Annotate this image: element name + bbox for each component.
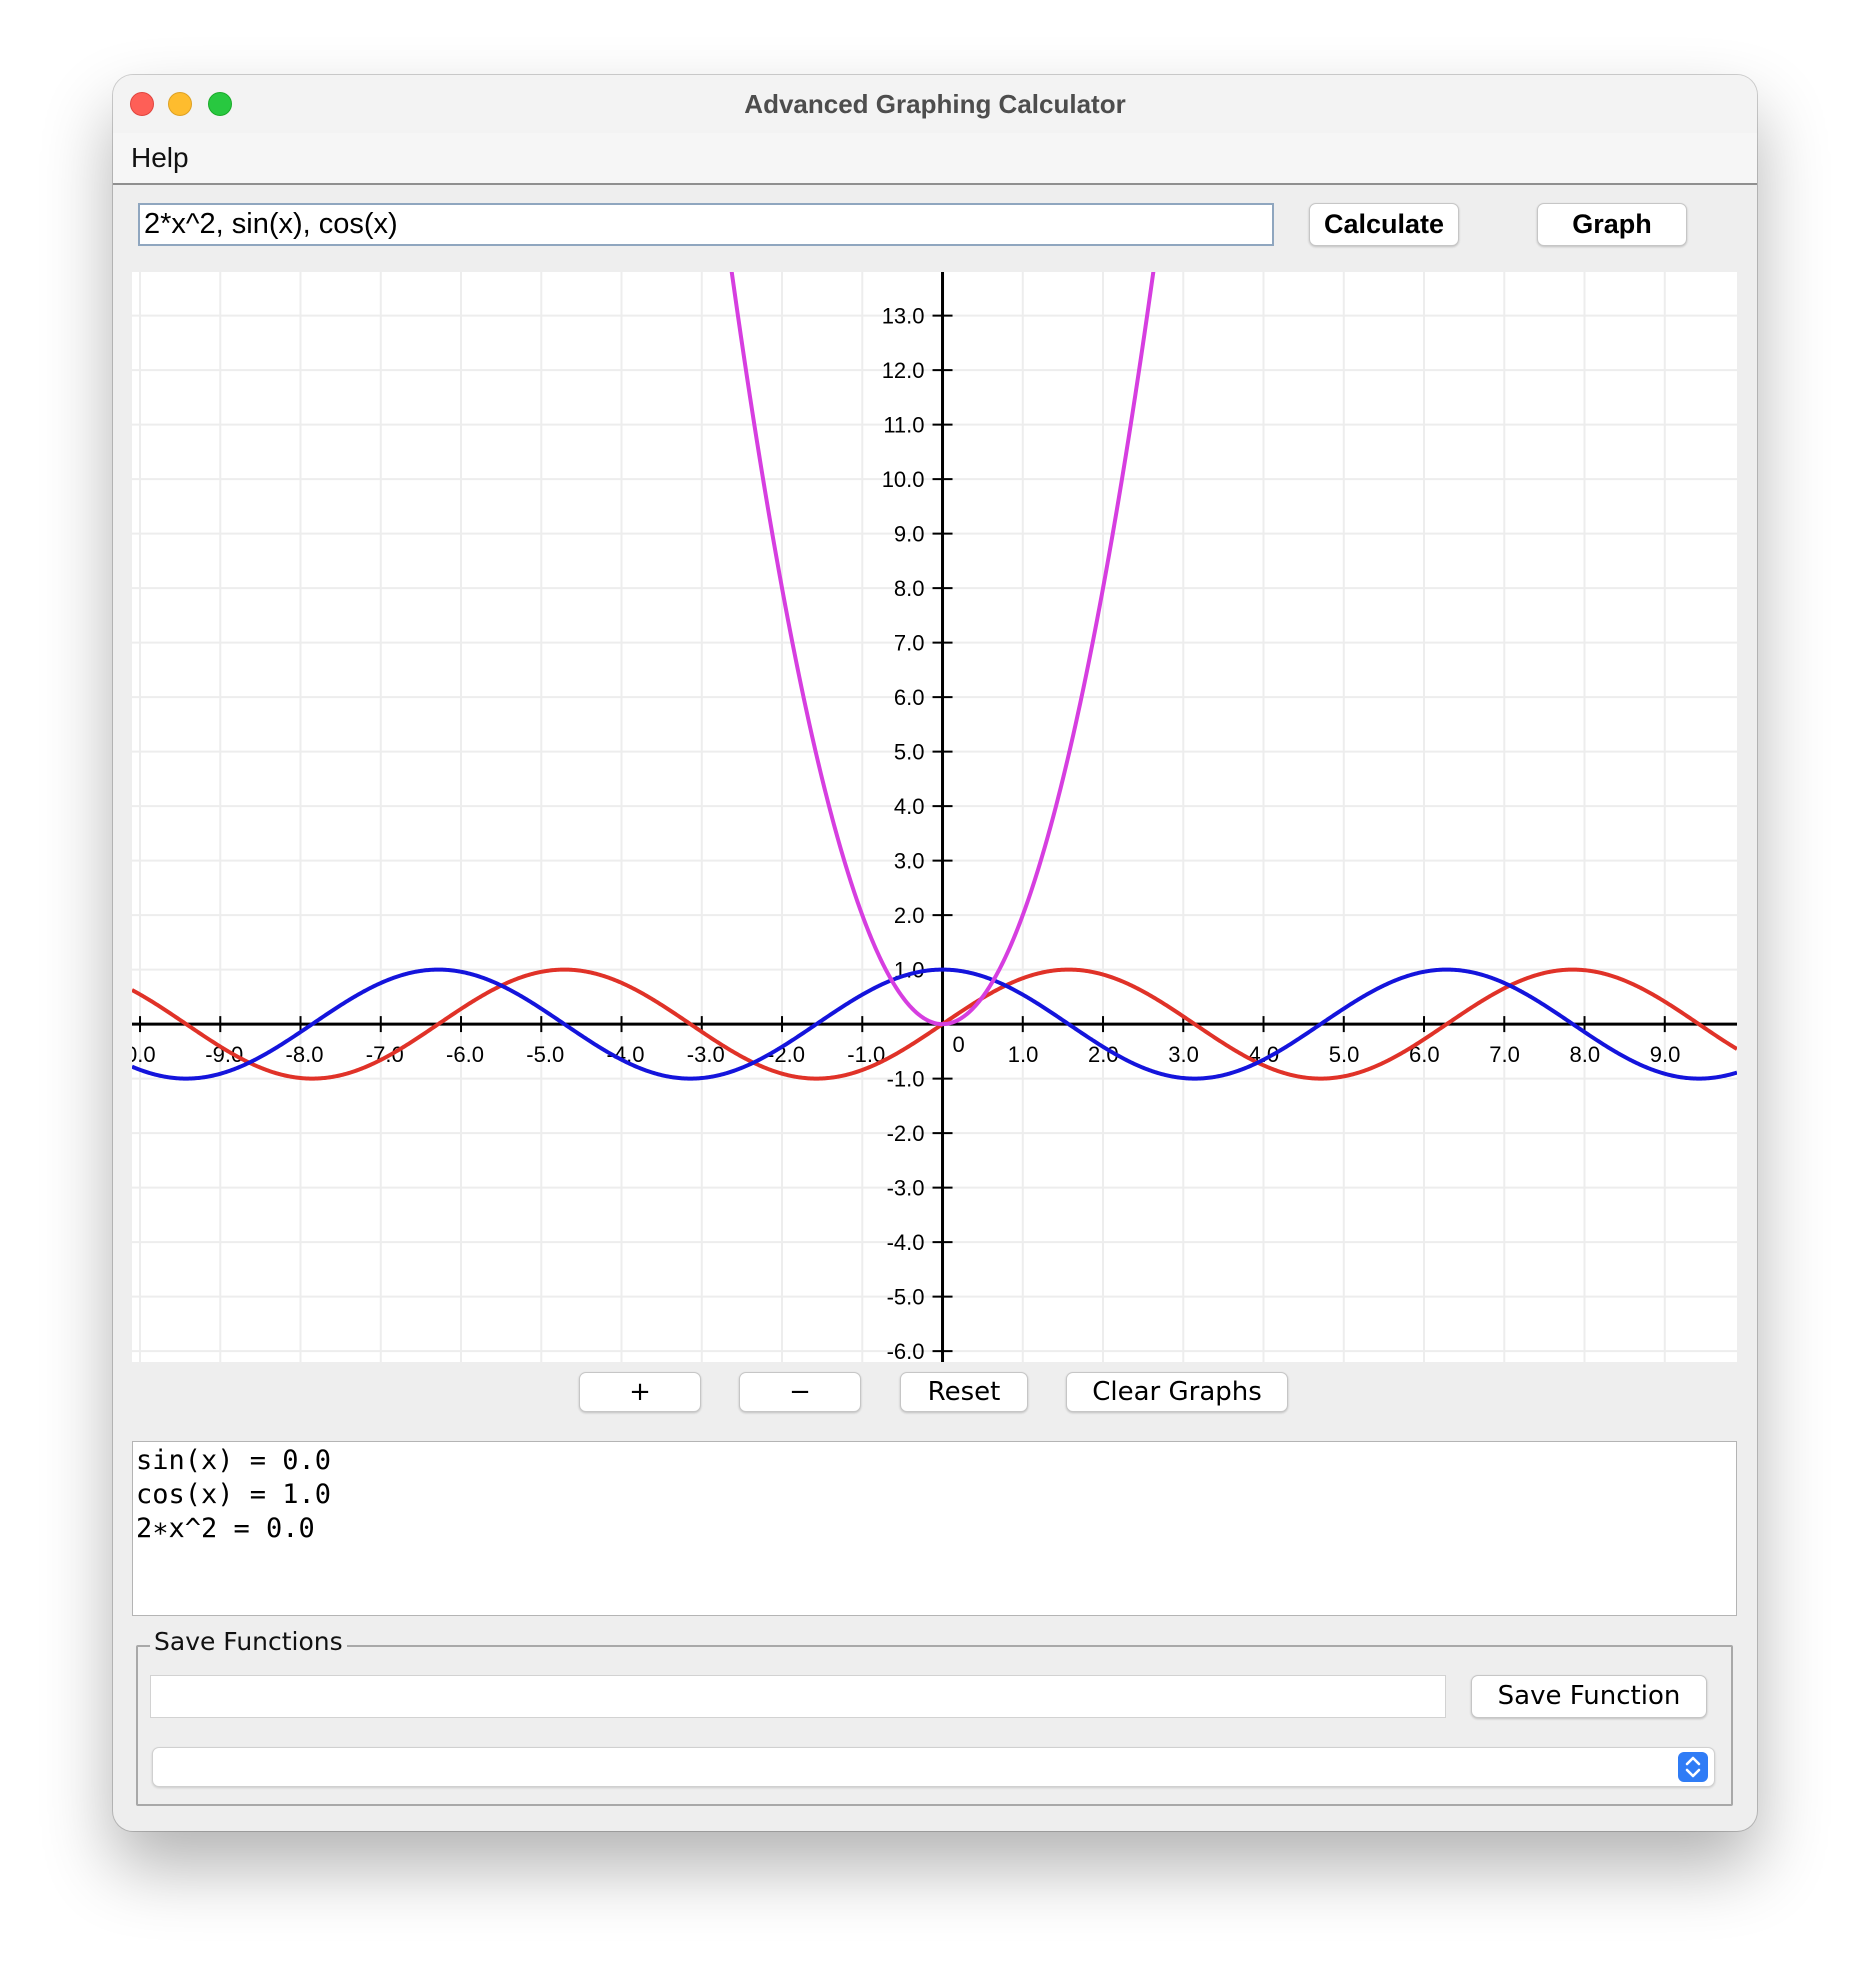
y-tick-label: 9.0 (894, 522, 925, 547)
y-tick-label: -4.0 (887, 1230, 925, 1255)
y-tick-label: -5.0 (887, 1285, 925, 1310)
y-tick-label: 13.0 (882, 304, 925, 329)
x-tick-label: -6.0 (446, 1042, 484, 1067)
result-line: 2∗x^2 = 0.0 (136, 1513, 315, 1544)
y-tick-label: 11.0 (883, 413, 924, 438)
save-functions-group: Save Functions Save Function (136, 1627, 1733, 1806)
x-tick-label: 0 (953, 1032, 965, 1057)
menu-help[interactable]: Help (131, 142, 189, 174)
save-function-button[interactable]: Save Function (1471, 1675, 1707, 1718)
saved-functions-dropdown[interactable] (152, 1747, 1715, 1787)
window-title: Advanced Graphing Calculator (744, 89, 1126, 119)
clear-graphs-button[interactable]: Clear Graphs (1066, 1372, 1288, 1412)
expression-input[interactable] (138, 203, 1274, 246)
y-tick-label: 2.0 (894, 903, 925, 928)
menu-bar: Help (113, 133, 1757, 185)
y-tick-label: 10.0 (882, 467, 925, 492)
x-tick-label: 9.0 (1650, 1042, 1681, 1067)
reset-button[interactable]: Reset (900, 1372, 1028, 1412)
y-tick-label: 6.0 (894, 685, 925, 710)
calculate-button[interactable]: Calculate (1309, 203, 1459, 246)
x-tick-label: 1.0 (1008, 1042, 1039, 1067)
x-tick-label: 7.0 (1489, 1042, 1520, 1067)
zoom-in-button[interactable]: + (579, 1372, 701, 1412)
x-tick-label: 8.0 (1570, 1042, 1601, 1067)
graph-canvas[interactable]: 0.0-9.0-8.0-7.0-6.0-5.0-4.0-3.0-2.0-1.00… (132, 272, 1737, 1362)
y-tick-label: 3.0 (894, 849, 925, 874)
x-tick-label: -8.0 (286, 1042, 324, 1067)
x-tick-label: 5.0 (1329, 1042, 1360, 1067)
y-tick-label: 12.0 (882, 358, 925, 383)
x-tick-label: -5.0 (526, 1042, 564, 1067)
x-tick-label: -3.0 (687, 1042, 725, 1067)
title-bar[interactable]: Advanced Graphing Calculator (113, 75, 1757, 134)
chevron-up-down-glyph (1685, 1756, 1701, 1778)
graph-plot[interactable]: 0.0-9.0-8.0-7.0-6.0-5.0-4.0-3.0-2.0-1.00… (132, 272, 1737, 1362)
x-tick-label: 0.0 (132, 1042, 156, 1067)
y-tick-label: -3.0 (887, 1176, 925, 1201)
results-output[interactable]: sin(x) = 0.0 cos(x) = 1.0 2∗x^2 = 0.0 (132, 1441, 1737, 1616)
y-tick-label: -1.0 (887, 1067, 925, 1092)
chevron-up-down-icon[interactable] (1678, 1752, 1708, 1782)
app-window: Advanced Graphing Calculator Help Calcul… (113, 75, 1757, 1831)
save-function-input[interactable] (150, 1675, 1446, 1718)
y-tick-label: 4.0 (894, 794, 925, 819)
graph-button[interactable]: Graph (1537, 203, 1687, 246)
y-tick-label: -2.0 (887, 1121, 925, 1146)
y-tick-label: -6.0 (887, 1339, 925, 1362)
result-line: sin(x) = 0.0 (136, 1445, 332, 1476)
y-tick-label: 5.0 (894, 740, 925, 765)
zoom-out-button[interactable]: − (739, 1372, 861, 1412)
result-line: cos(x) = 1.0 (136, 1479, 332, 1510)
y-tick-label: 8.0 (894, 576, 925, 601)
y-tick-label: 7.0 (894, 631, 925, 656)
x-tick-label: 3.0 (1168, 1042, 1199, 1067)
save-functions-legend: Save Functions (150, 1627, 347, 1656)
